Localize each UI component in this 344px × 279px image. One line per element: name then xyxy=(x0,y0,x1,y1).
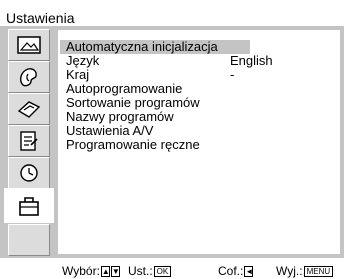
menu-item-label: Autoprogramowanie xyxy=(66,81,183,96)
left-key-icon: ◄ xyxy=(244,265,254,277)
menu-item-label: Język xyxy=(66,53,100,68)
settings-panel: Automatyczna inicjalizacja Język English… xyxy=(0,26,344,258)
menu-item-autoprogramming[interactable]: Autoprogramowanie xyxy=(58,82,340,96)
menu-item-label: Ustawienia A/V xyxy=(66,123,154,138)
sidebar-item-setup[interactable] xyxy=(4,188,54,223)
menu-item-label: Nazwy programów xyxy=(66,109,174,124)
down-key-icon: ▼ xyxy=(110,265,120,277)
exit-hint-label: Wyj.: xyxy=(276,264,303,278)
set-hint-label: Ust.: xyxy=(128,264,153,278)
up-key-icon: ▲ xyxy=(100,265,110,277)
sidebar-item-timer[interactable] xyxy=(8,157,50,189)
menu-item-language[interactable]: Język English xyxy=(58,54,340,68)
sidebar-item-features[interactable] xyxy=(8,125,50,157)
select-hint-label: Wybór: xyxy=(62,264,100,278)
sidebar-item-picture[interactable] xyxy=(8,29,50,61)
page-title: Ustawienia xyxy=(6,10,75,26)
sidebar-item-empty[interactable] xyxy=(8,224,50,256)
menu-item-value: English xyxy=(230,53,273,68)
features-icon xyxy=(20,131,38,151)
back-hint: Cof.: ◄ xyxy=(218,264,254,278)
sidebar-item-sound[interactable] xyxy=(8,61,50,93)
menu-item-value: - xyxy=(230,67,235,82)
menu-item-program-sorting[interactable]: Sortowanie programów xyxy=(58,96,340,110)
menu-item-label: Kraj xyxy=(66,67,90,82)
setup-toolbox-icon xyxy=(19,196,39,216)
back-hint-label: Cof.: xyxy=(218,264,244,278)
sound-settings-icon xyxy=(20,68,37,87)
screen-settings-icon xyxy=(17,101,41,118)
menu-title-bar: Ustawienia xyxy=(0,0,344,26)
menu-content: Automatyczna inicjalizacja Język English… xyxy=(58,30,340,254)
select-hint: Wybór: ▲ ▼ xyxy=(62,264,120,278)
exit-hint: Wyj.: MENU xyxy=(276,264,334,278)
menu-item-label: Automatyczna inicjalizacja xyxy=(66,39,218,54)
menu-item-program-names[interactable]: Nazwy programów xyxy=(58,110,340,124)
menu-item-country[interactable]: Kraj - xyxy=(58,68,340,82)
key-hints-bar: Wybór: ▲ ▼ Ust.: OK Cof.: ◄ Wyj.: MENU xyxy=(0,262,344,279)
menu-item-auto-init[interactable]: Automatyczna inicjalizacja xyxy=(60,40,250,54)
set-hint: Ust.: OK xyxy=(128,264,172,278)
menu-key-icon: MENU xyxy=(303,265,334,277)
picture-settings-icon xyxy=(17,36,41,54)
sidebar-item-screen[interactable] xyxy=(8,93,50,125)
menu-item-label: Sortowanie programów xyxy=(66,95,200,110)
menu-item-manual-programming[interactable]: Programowanie ręczne xyxy=(58,138,340,152)
menu-item-av-settings[interactable]: Ustawienia A/V xyxy=(58,124,340,138)
ok-key-icon: OK xyxy=(153,265,172,277)
menu-item-label: Programowanie ręczne xyxy=(66,137,200,152)
timer-icon xyxy=(20,164,38,182)
